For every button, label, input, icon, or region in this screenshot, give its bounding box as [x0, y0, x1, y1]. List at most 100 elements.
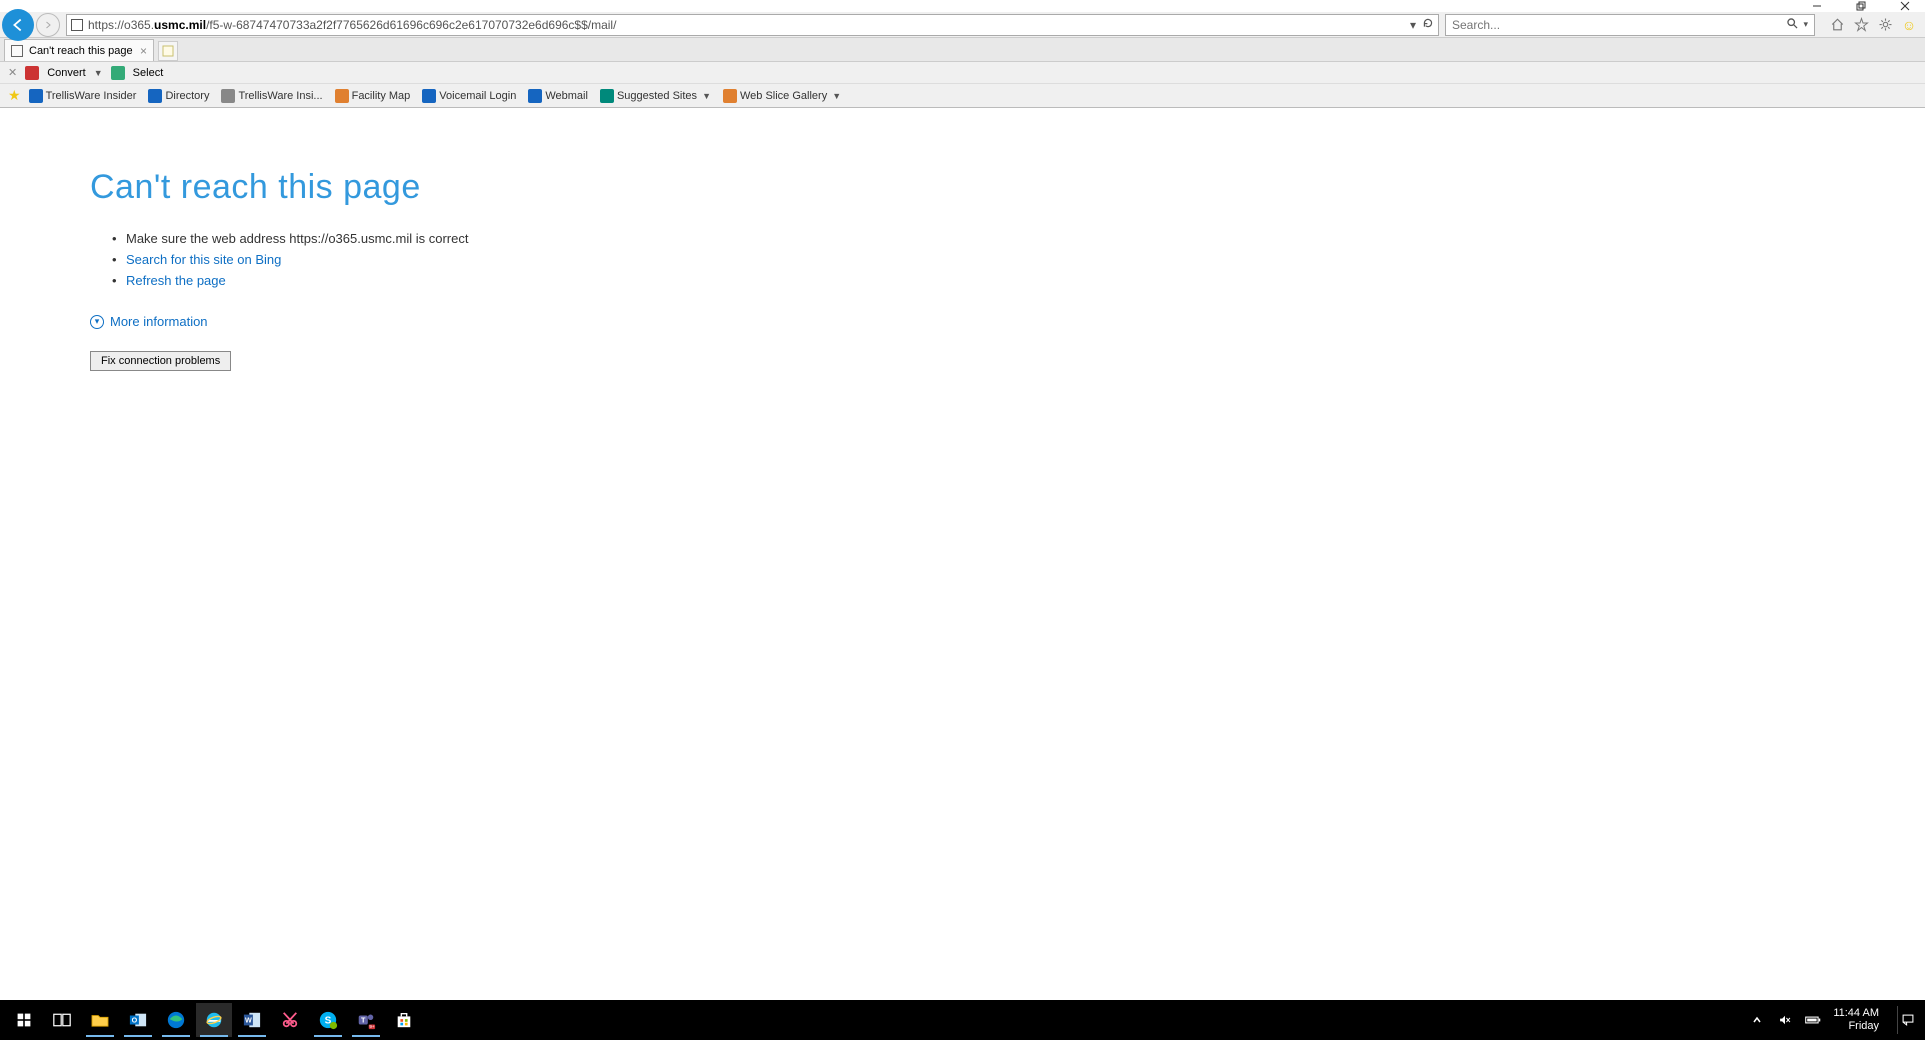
internet-explorer[interactable] [196, 1003, 232, 1037]
favorites-star-icon[interactable] [1853, 17, 1869, 33]
tools-gear-icon[interactable] [1877, 17, 1893, 33]
window-restore-button[interactable] [1849, 0, 1873, 12]
outlook[interactable]: O [120, 1003, 156, 1037]
browser-tab[interactable]: Can't reach this page × [4, 39, 154, 61]
chevron-down-icon: ▾ [90, 315, 104, 329]
window-minimize-button[interactable] [1805, 0, 1829, 12]
browser-nav-bar: https://o365.usmc.mil/f5-w-68747470733a2… [0, 12, 1925, 38]
search-bing-link[interactable]: Search for this site on Bing [126, 252, 281, 267]
edge[interactable] [158, 1003, 194, 1037]
error-line-refresh: Refresh the page [112, 273, 1925, 288]
address-bar[interactable]: https://o365.usmc.mil/f5-w-68747470733a2… [66, 14, 1439, 36]
favorite-icon [422, 89, 436, 103]
page-content: Can't reach this page Make sure the web … [0, 108, 1925, 371]
favorite-link[interactable]: TrellisWare Insi... [217, 89, 326, 103]
running-indicator [314, 1035, 342, 1037]
running-indicator [86, 1035, 114, 1037]
more-information-toggle[interactable]: ▾ More information [90, 314, 1925, 329]
taskbar-clock[interactable]: 11:44 AM Friday [1833, 1007, 1879, 1033]
fix-connection-button[interactable]: Fix connection problems [90, 351, 231, 371]
convert-close-button[interactable]: ✕ [8, 66, 17, 79]
error-line-check-address: Make sure the web address https://o365.u… [112, 231, 1925, 246]
refresh-page-link[interactable]: Refresh the page [126, 273, 226, 288]
url-dropdown-icon[interactable]: ▾ [1410, 18, 1416, 32]
convert-dropdown-icon[interactable]: ▼ [94, 68, 103, 78]
tab-title: Can't reach this page [29, 45, 133, 57]
add-favorite-star-icon[interactable]: ★ [8, 87, 21, 104]
favorite-label: TrellisWare Insi... [238, 90, 322, 102]
favorite-link[interactable]: Facility Map [331, 89, 415, 103]
running-indicator [200, 1035, 228, 1037]
clock-day: Friday [1833, 1020, 1879, 1033]
page-icon [71, 19, 83, 31]
snip[interactable] [272, 1003, 308, 1037]
task-view[interactable] [44, 1003, 80, 1037]
convert-icon [25, 66, 39, 80]
favorite-icon [723, 89, 737, 103]
convert-label[interactable]: Convert [47, 67, 86, 79]
favorite-icon [221, 89, 235, 103]
svg-text:O: O [132, 1016, 138, 1025]
favorite-label: Web Slice Gallery [740, 90, 827, 102]
running-indicator [124, 1035, 152, 1037]
favorite-label: Directory [165, 90, 209, 102]
back-button[interactable] [2, 9, 34, 41]
clock-time: 11:44 AM [1833, 1007, 1879, 1020]
running-indicator [162, 1035, 190, 1037]
home-icon[interactable] [1829, 17, 1845, 33]
error-line-search-bing: Search for this site on Bing [112, 252, 1925, 267]
favorites-bar: ★ TrellisWare Insider Directory TrellisWar… [0, 84, 1925, 108]
battery-icon[interactable] [1805, 1012, 1821, 1028]
favorite-link[interactable]: Directory [144, 89, 213, 103]
tab-page-icon [11, 45, 23, 57]
file-explorer[interactable] [82, 1003, 118, 1037]
svg-text:T: T [361, 1016, 366, 1025]
feedback-smiley-icon[interactable]: ☺ [1901, 17, 1917, 33]
action-center-icon[interactable] [1897, 1006, 1917, 1034]
volume-muted-icon[interactable] [1777, 1012, 1793, 1028]
favorite-label: Webmail [545, 90, 588, 102]
favorite-label: Facility Map [352, 90, 411, 102]
browser-toolbar-icons: ☺ [1821, 17, 1925, 33]
convert-toolbar: ✕ Convert ▼ Select [0, 62, 1925, 84]
favorite-link[interactable]: Web Slice Gallery ▼ [719, 89, 845, 103]
refresh-button[interactable] [1422, 17, 1434, 32]
word[interactable]: W [234, 1003, 270, 1037]
new-tab-button[interactable] [158, 41, 178, 61]
favorite-link[interactable]: Suggested Sites ▼ [596, 89, 715, 103]
forward-button[interactable] [36, 13, 60, 37]
teams[interactable]: T9+ [348, 1003, 384, 1037]
favorite-icon [600, 89, 614, 103]
chevron-down-icon[interactable]: ▼ [702, 91, 711, 101]
favorite-link[interactable]: Webmail [524, 89, 592, 103]
favorite-label: TrellisWare Insider [46, 90, 137, 102]
favorite-label: Suggested Sites [617, 90, 697, 102]
tab-bar: Can't reach this page × [0, 38, 1925, 62]
chevron-down-icon[interactable]: ▼ [832, 91, 841, 101]
window-close-button[interactable] [1893, 0, 1917, 12]
svg-text:9+: 9+ [369, 1024, 375, 1029]
favorite-link[interactable]: TrellisWare Insider [25, 89, 141, 103]
favorite-icon [528, 89, 542, 103]
search-input[interactable] [1452, 18, 1786, 32]
url-text: https://o365.usmc.mil/f5-w-68747470733a2… [88, 18, 1404, 32]
error-title: Can't reach this page [90, 168, 1925, 207]
select-label[interactable]: Select [133, 67, 164, 79]
search-box[interactable]: ▾ [1445, 14, 1815, 36]
favorite-icon [29, 89, 43, 103]
system-tray: 11:44 AM Friday [1749, 1006, 1925, 1034]
select-icon [111, 66, 125, 80]
store[interactable] [386, 1003, 422, 1037]
search-icon[interactable] [1786, 17, 1799, 33]
favorite-icon [148, 89, 162, 103]
window-title-bar [0, 0, 1925, 12]
favorite-link[interactable]: Voicemail Login [418, 89, 520, 103]
url-domain: usmc.mil [154, 18, 206, 32]
search-dropdown-icon[interactable]: ▾ [1803, 19, 1808, 30]
svg-text:W: W [245, 1016, 252, 1025]
skype[interactable]: S [310, 1003, 346, 1037]
tray-expand-icon[interactable] [1749, 1012, 1765, 1028]
tab-close-button[interactable]: × [140, 44, 147, 58]
start-button[interactable] [6, 1003, 42, 1037]
url-prefix: https://o365. [88, 18, 154, 32]
